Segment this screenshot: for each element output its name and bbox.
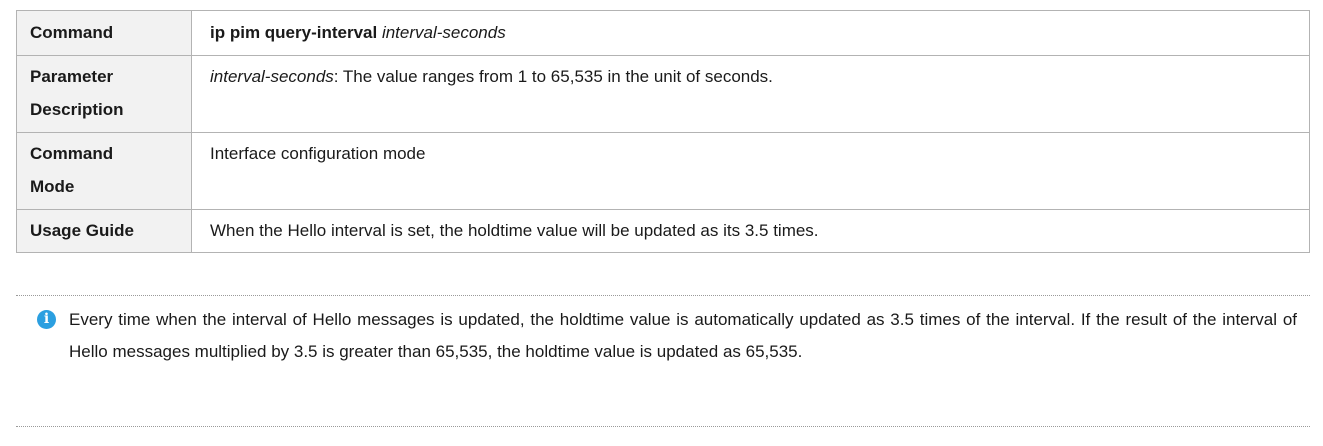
command-reference-table: Command ip pim query-interval interval-s… [16,10,1310,253]
row-label-command-mode: Command Mode [16,132,192,210]
row-label-line: Description [30,100,124,119]
row-label-line: Parameter [30,67,114,86]
row-label-usage-guide: Usage Guide [16,209,192,253]
parameter-name: interval-seconds [210,67,334,86]
row-label-line: Command [30,144,114,163]
table-row-usage-guide: Usage Guide When the Hello interval is s… [16,209,1310,253]
table-row-command-mode: Command Mode Interface configuration mod… [16,132,1310,210]
info-note: i Every time when the interval of Hello … [16,295,1310,427]
note-text: Every time when the interval of Hello me… [69,310,1297,361]
row-value-command: ip pim query-interval interval-seconds [191,10,1310,56]
row-value-command-mode: Interface configuration mode [191,132,1310,210]
row-value-usage-guide: When the Hello interval is set, the hold… [191,209,1310,253]
row-label-line: Mode [30,177,75,196]
table-row-command: Command ip pim query-interval interval-s… [16,10,1310,56]
command-argument: interval-seconds [381,23,506,42]
row-label-command: Command [16,10,192,56]
row-value-parameter-description: interval-seconds: The value ranges from … [191,55,1310,133]
row-label-parameter-description: Parameter Description [16,55,192,133]
table-row-parameter-description: Parameter Description interval-seconds: … [16,55,1310,133]
parameter-description: : The value ranges from 1 to 65,535 in t… [333,67,773,86]
info-icon: i [37,310,56,329]
command-syntax: ip pim query-interval [210,23,378,42]
